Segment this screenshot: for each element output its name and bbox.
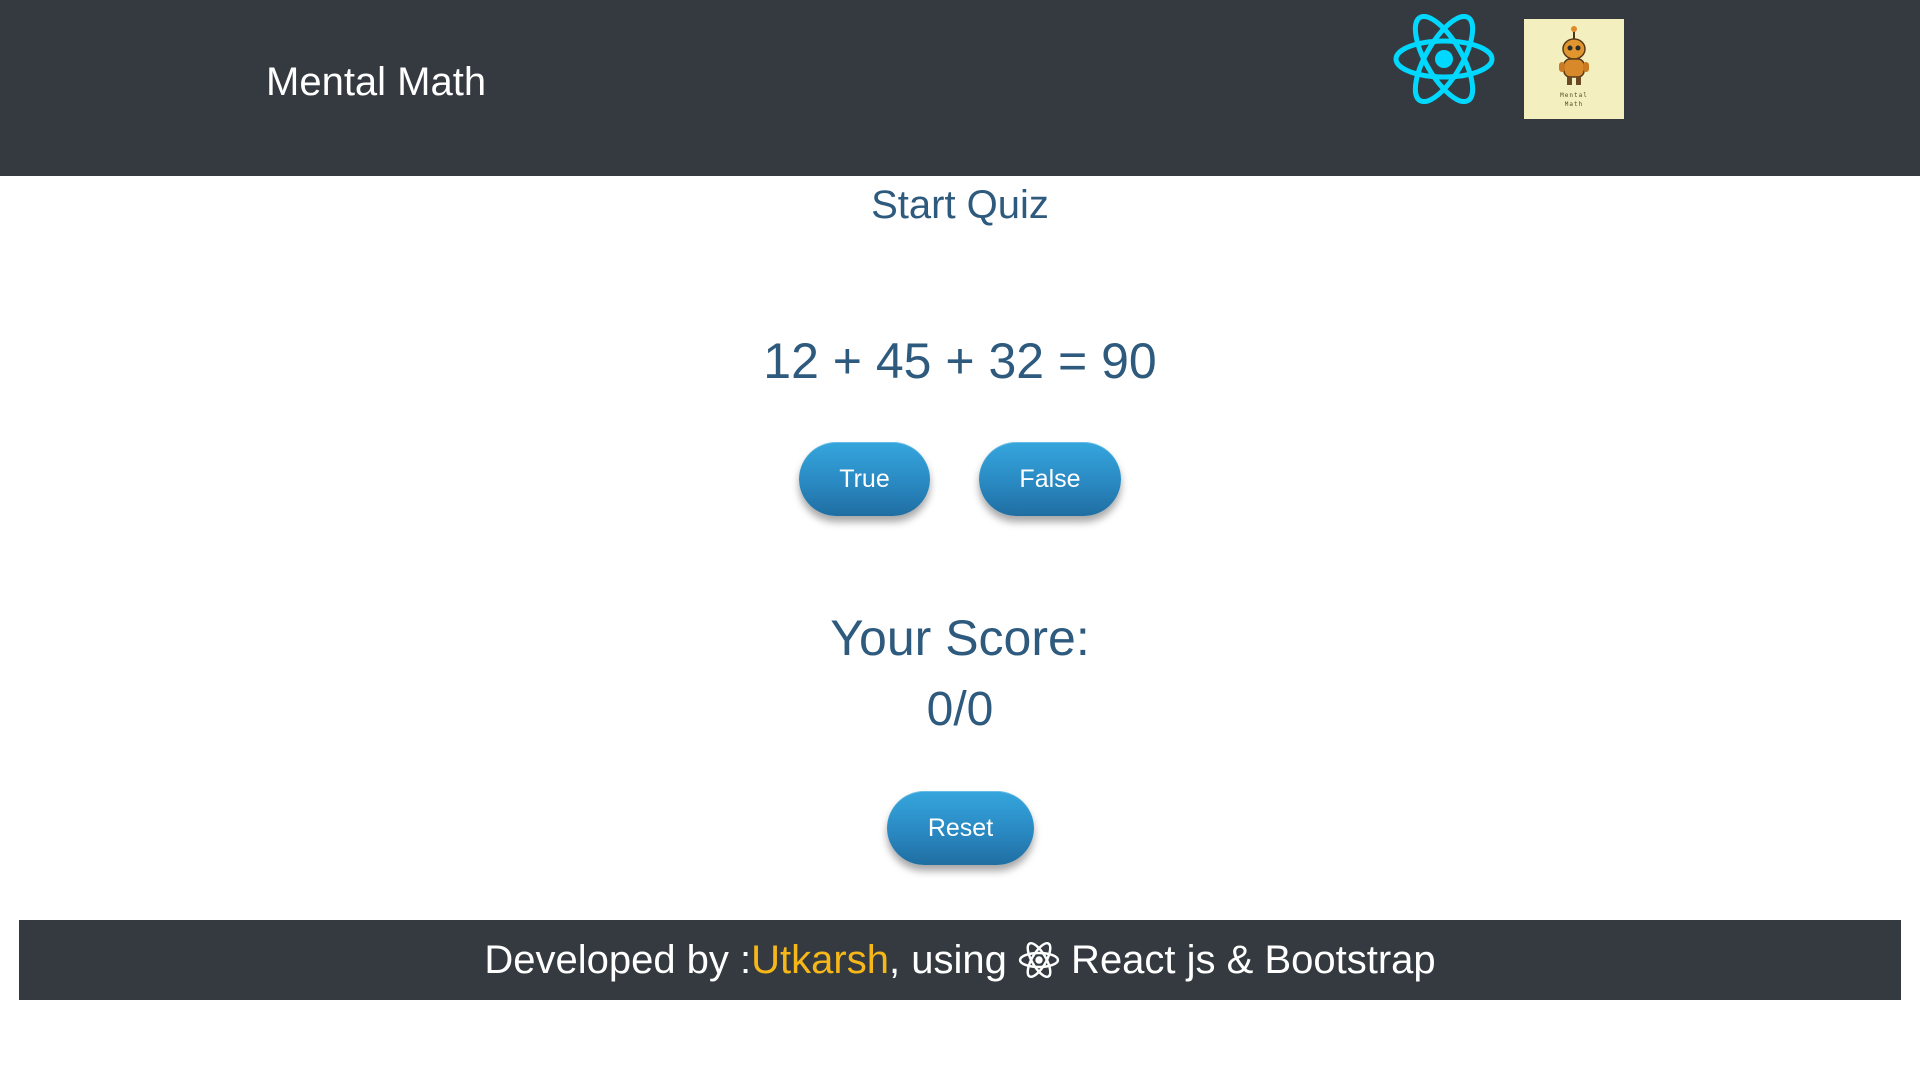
score-label: Your Score:: [830, 610, 1090, 666]
app-logo-text-line2: Math: [1564, 101, 1584, 108]
navbar: Mental Math Mental Math: [0, 0, 1920, 176]
app-logo: Mental Math: [1524, 19, 1624, 119]
reset-button[interactable]: Reset: [887, 791, 1034, 865]
footer-suffix: React js & Bootstrap: [1059, 938, 1436, 982]
footer: Developed by :Utkarsh, using React js & …: [19, 920, 1901, 1000]
react-atom-icon: [1018, 941, 1060, 979]
react-logo-icon: [1393, 14, 1495, 104]
app-logo-text-line1: Mental: [1560, 92, 1588, 99]
footer-author: Utkarsh: [751, 938, 889, 982]
footer-middle: , using: [888, 938, 1018, 982]
start-quiz-heading: Start Quiz: [871, 183, 1049, 227]
false-button[interactable]: False: [979, 442, 1121, 516]
true-button[interactable]: True: [799, 442, 930, 516]
quiz-question: 12 + 45 + 32 = 90: [763, 333, 1157, 389]
score-value: 0/0: [926, 683, 994, 736]
footer-prefix: Developed by :: [484, 938, 752, 982]
brand-title[interactable]: Mental Math: [266, 58, 486, 106]
